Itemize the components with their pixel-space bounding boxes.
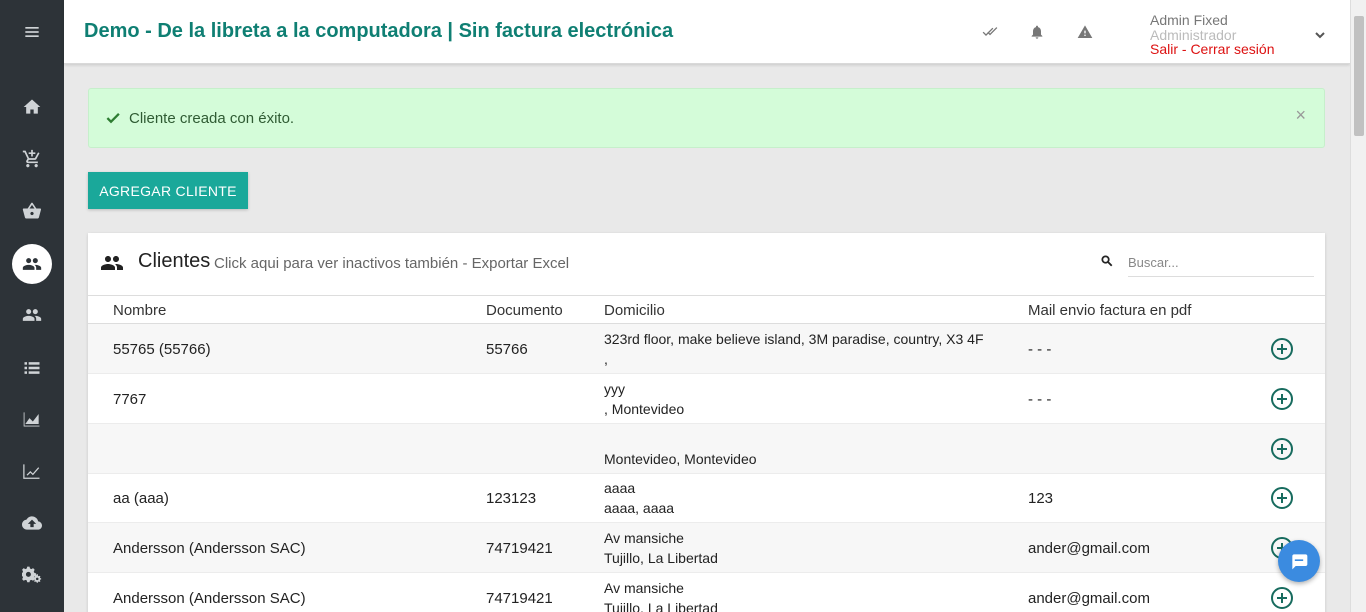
inactive-export-link[interactable]: Click aqui para ver inactivos también - … — [214, 255, 569, 272]
check-icon — [105, 110, 121, 126]
search-icon — [1100, 254, 1114, 268]
menu-icon[interactable] — [12, 12, 52, 52]
page-scrollbar[interactable] — [1350, 0, 1366, 612]
area-chart-icon[interactable] — [12, 399, 52, 439]
client-address-line1: Av mansiche — [604, 530, 684, 546]
warning-icon[interactable] — [1075, 22, 1095, 42]
success-alert: Cliente creada con éxito. × — [88, 88, 1325, 148]
client-name: Andersson (Andersson SAC) — [113, 540, 306, 557]
column-header-mail: Mail envio factura en pdf — [1028, 302, 1192, 319]
app-title: Demo - De la libreta a la computadora | … — [84, 20, 674, 42]
client-address-line1: Av mansiche — [604, 580, 684, 596]
user-name[interactable]: Admin Fixed — [1150, 12, 1228, 28]
table-row[interactable]: aa (aaa) 123123 aaaa aaaa, aaaa 123 — [88, 473, 1325, 523]
column-header-document: Documento — [486, 302, 563, 319]
top-header: Demo - De la libreta a la computadora | … — [64, 0, 1350, 64]
client-mail: 123 — [1028, 490, 1054, 507]
client-address-line2: Tujillo, La Libertad — [604, 550, 718, 566]
column-header-name: Nombre — [113, 302, 167, 319]
scrollbar-thumb[interactable] — [1354, 16, 1364, 136]
list-icon[interactable] — [12, 348, 52, 388]
client-address-line1: 323rd floor, make believe island, 3M par… — [604, 331, 984, 347]
client-name: 55765 (55766) — [113, 341, 211, 358]
client-document: 74719421 — [486, 540, 553, 557]
clients-icon[interactable] — [12, 244, 52, 284]
logout-link[interactable]: Salir - Cerrar sesión — [1150, 41, 1274, 57]
client-document: 55766 — [486, 341, 528, 358]
add-circle-icon[interactable] — [1270, 387, 1294, 411]
client-address-line2: , — [604, 351, 608, 367]
search-input[interactable] — [1128, 249, 1314, 277]
line-chart-icon[interactable] — [12, 451, 52, 491]
client-address-line1: aaaa — [604, 480, 636, 496]
users-icon[interactable] — [12, 295, 52, 335]
client-address-line2: Tujillo, La Libertad — [604, 600, 718, 612]
add-circle-icon[interactable] — [1270, 486, 1294, 510]
add-circle-icon[interactable] — [1270, 586, 1294, 610]
add-circle-icon[interactable] — [1270, 437, 1294, 461]
chevron-down-icon[interactable] — [1314, 28, 1328, 42]
table-row[interactable]: Andersson (Andersson SAC) 74719421 Av ma… — [88, 523, 1325, 573]
close-icon[interactable]: × — [1295, 105, 1306, 126]
basket-icon[interactable] — [12, 191, 52, 231]
clients-card: Clientes Click aqui para ver inactivos t… — [88, 233, 1325, 612]
table-row[interactable]: Montevideo, Montevideo — [88, 424, 1325, 474]
table-header: Nombre Documento Domicilio Mail envio fa… — [88, 295, 1325, 324]
client-address-line2: Montevideo, Montevideo — [604, 451, 757, 467]
double-check-icon[interactable] — [980, 22, 1000, 42]
client-mail: - - - — [1028, 391, 1052, 408]
add-circle-icon[interactable] — [1270, 337, 1294, 361]
alert-message: Cliente creada con éxito. — [129, 110, 295, 127]
client-address-line1: yyy — [604, 381, 625, 397]
add-cart-icon[interactable] — [12, 139, 52, 179]
table-row[interactable]: 7767 yyy , Montevideo - - - — [88, 374, 1325, 424]
column-header-address: Domicilio — [604, 302, 665, 319]
card-title: Clientes — [138, 250, 211, 272]
table-row[interactable]: Andersson (Andersson SAC) 74719421 Av ma… — [88, 573, 1325, 612]
client-address-line2: aaaa, aaaa — [604, 500, 675, 516]
clients-icon — [100, 251, 124, 275]
client-document: 123123 — [486, 490, 537, 507]
client-address-line2: , Montevideo — [604, 401, 685, 417]
chat-icon[interactable] — [1278, 540, 1320, 582]
settings-icon[interactable] — [12, 555, 52, 595]
add-client-button[interactable]: AGREGAR CLIENTE — [88, 172, 248, 209]
sidebar — [0, 0, 64, 612]
client-mail: ander@gmail.com — [1028, 590, 1150, 607]
client-document: 74719421 — [486, 590, 553, 607]
cloud-upload-icon[interactable] — [12, 503, 52, 543]
client-mail: ander@gmail.com — [1028, 540, 1150, 557]
bell-icon[interactable] — [1027, 22, 1047, 42]
client-name: Andersson (Andersson SAC) — [113, 590, 306, 607]
client-name: 7767 — [113, 391, 147, 408]
client-mail: - - - — [1028, 341, 1052, 358]
table-row[interactable]: 55765 (55766) 55766 323rd floor, make be… — [88, 324, 1325, 374]
client-name: aa (aaa) — [113, 490, 169, 507]
home-icon[interactable] — [12, 87, 52, 127]
